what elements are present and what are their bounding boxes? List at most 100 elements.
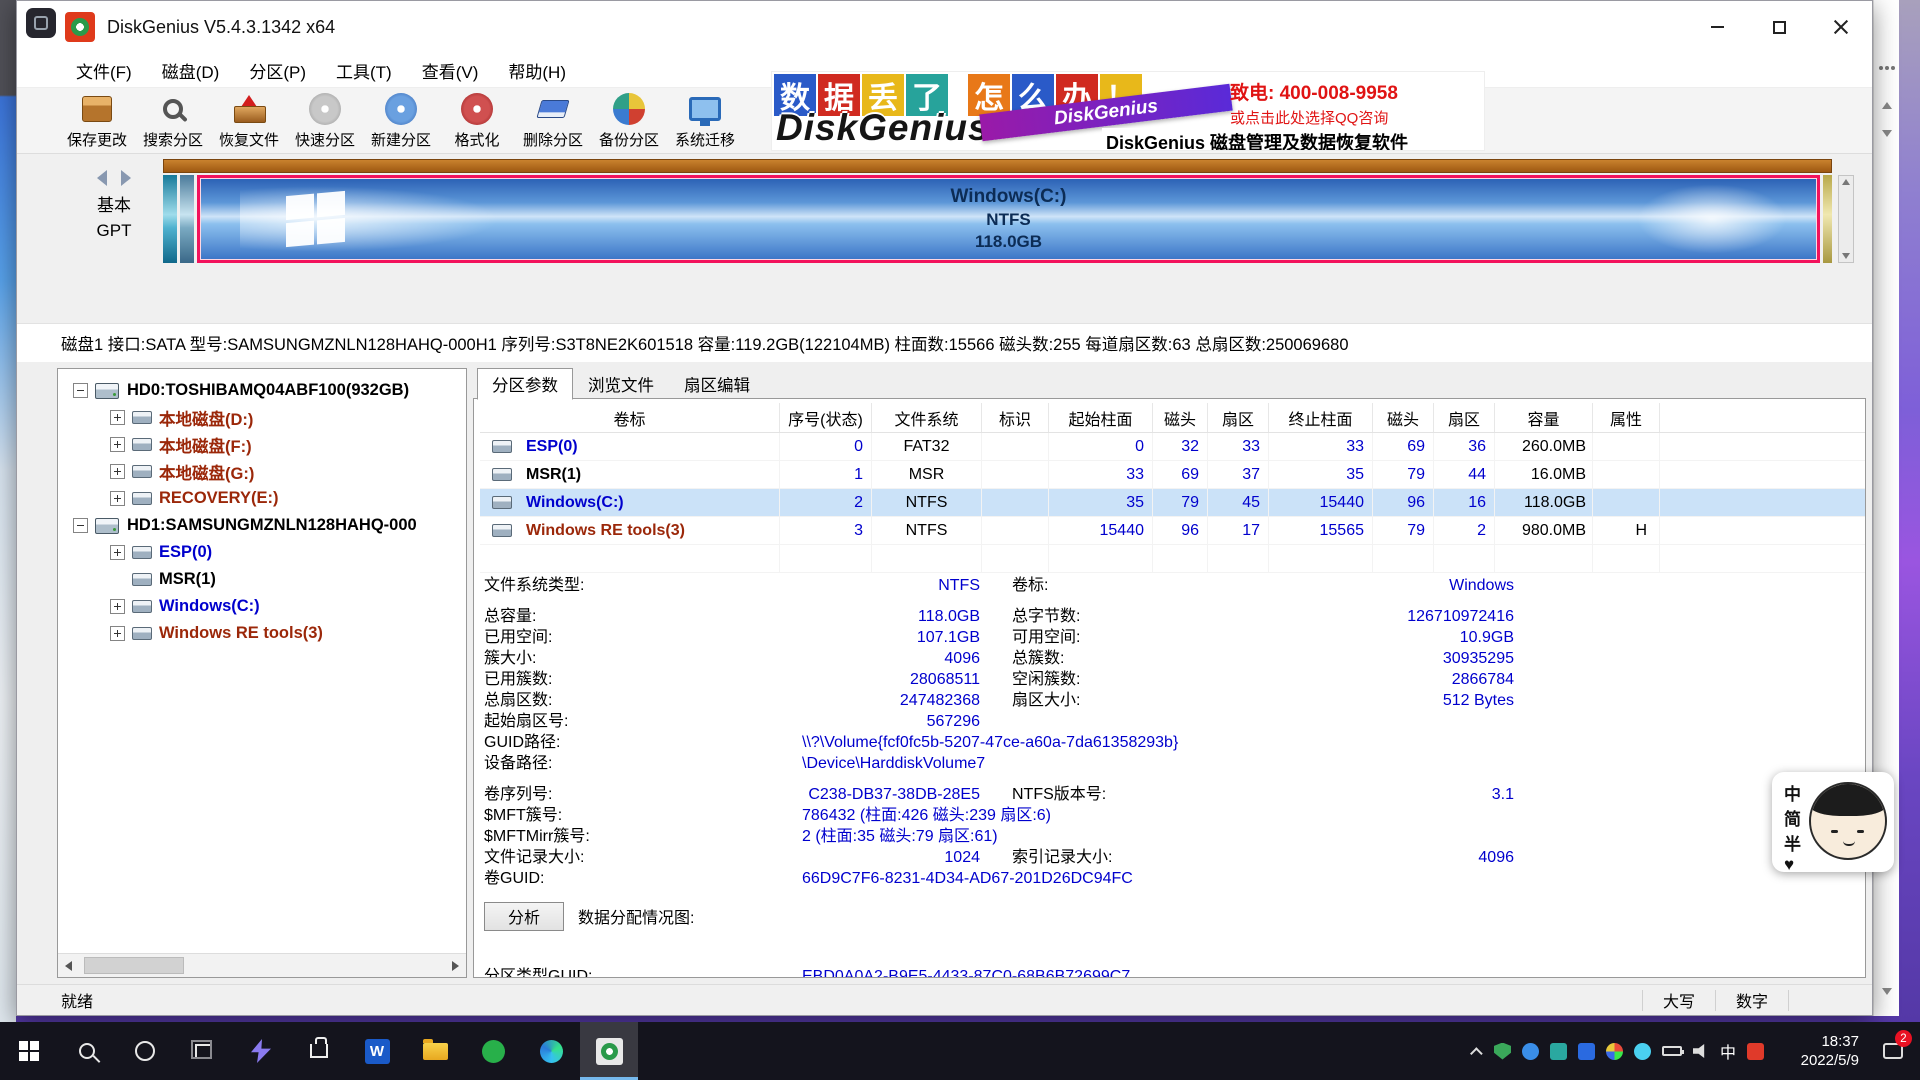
taskbar-app-word[interactable] bbox=[348, 1022, 406, 1080]
tray-shield-icon[interactable] bbox=[1494, 1043, 1511, 1060]
minimize-button[interactable] bbox=[1686, 1, 1748, 53]
cortana-button[interactable] bbox=[116, 1022, 174, 1080]
tray-blue-dot-icon[interactable] bbox=[1522, 1043, 1539, 1060]
ime-mode-simplified[interactable]: 简 bbox=[1784, 805, 1801, 830]
partition-block-esp[interactable] bbox=[163, 175, 177, 263]
menu-tools[interactable]: 工具(T) bbox=[321, 53, 407, 87]
menu-file[interactable]: 文件(F) bbox=[61, 53, 147, 87]
tree-item-msr[interactable]: MSR(1) bbox=[58, 566, 466, 593]
taskbar-app-green[interactable] bbox=[464, 1022, 522, 1080]
table-row-esp[interactable]: ESP(0) 0 FAT32 0 32 33 33 69 36 260.0MB bbox=[480, 433, 1865, 461]
search-button[interactable] bbox=[58, 1022, 116, 1080]
tree-item-local-disk-g[interactable]: 本地磁盘(G:) bbox=[58, 458, 466, 485]
col-volume[interactable]: 卷标 bbox=[480, 403, 780, 432]
tray-expand-icon[interactable] bbox=[1470, 1047, 1483, 1060]
volume-icon[interactable] bbox=[1693, 1044, 1709, 1058]
col-end-cylinder[interactable]: 终止柱面 bbox=[1269, 403, 1373, 432]
search-partition-button[interactable]: 搜索分区 bbox=[135, 89, 211, 153]
col-flag[interactable]: 标识 bbox=[982, 403, 1049, 432]
new-partition-button[interactable]: 新建分区 bbox=[363, 89, 439, 153]
taskbar-app-file-explorer[interactable] bbox=[406, 1022, 464, 1080]
start-button[interactable] bbox=[0, 1022, 58, 1080]
tree-item-hd1[interactable]: HD1:SAMSUNGMZNLN128HAHQ-000 bbox=[58, 512, 466, 539]
scrollbar-thumb[interactable] bbox=[84, 957, 184, 974]
save-changes-button[interactable]: 保存更改 bbox=[59, 89, 135, 153]
tree-horizontal-scrollbar[interactable] bbox=[58, 953, 466, 977]
tray-pinwheel-icon[interactable] bbox=[1606, 1043, 1623, 1060]
taskbar-app-lightning[interactable] bbox=[232, 1022, 290, 1080]
expand-icon[interactable] bbox=[110, 491, 125, 506]
tree-item-windows-re-tools[interactable]: Windows RE tools(3) bbox=[58, 620, 466, 647]
taskbar-clock[interactable]: 18:37 2022/5/9 bbox=[1775, 1032, 1859, 1070]
partition-block-windows-c[interactable]: Windows(C:) NTFS 118.0GB bbox=[197, 175, 1820, 263]
disk-header-strip[interactable] bbox=[163, 159, 1832, 173]
promo-banner[interactable]: 数 据 丢 了 怎 么 办 ！ DiskGenius DiskGenius 致电… bbox=[771, 71, 1485, 151]
tree-item-esp[interactable]: ESP(0) bbox=[58, 539, 466, 566]
prev-disk-icon[interactable] bbox=[97, 170, 107, 186]
expand-icon[interactable] bbox=[110, 626, 125, 641]
col-end-sector[interactable]: 扇区 bbox=[1434, 403, 1495, 432]
tree-item-local-disk-d[interactable]: 本地磁盘(D:) bbox=[58, 404, 466, 431]
tree-item-local-disk-f[interactable]: 本地磁盘(F:) bbox=[58, 431, 466, 458]
more-options-icon[interactable] bbox=[1879, 66, 1883, 70]
scroll-up-icon[interactable] bbox=[1842, 179, 1850, 185]
close-button[interactable] bbox=[1810, 1, 1872, 53]
col-start-head[interactable]: 磁头 bbox=[1153, 403, 1208, 432]
menu-view[interactable]: 查看(V) bbox=[407, 53, 494, 87]
backup-partition-button[interactable]: 备份分区 bbox=[591, 89, 667, 153]
tab-sector-editor[interactable]: 扇区编辑 bbox=[669, 368, 765, 399]
scroll-down-icon[interactable] bbox=[1842, 253, 1850, 259]
ime-language-indicator[interactable]: 中 bbox=[1720, 1039, 1736, 1063]
col-filesystem[interactable]: 文件系统 bbox=[872, 403, 982, 432]
tree-item-hd0[interactable]: HD0:TOSHIBAMQ04ABF100(932GB) bbox=[58, 377, 466, 404]
expand-icon[interactable] bbox=[110, 437, 125, 452]
expand-icon[interactable] bbox=[110, 464, 125, 479]
collapse-icon[interactable] bbox=[73, 383, 88, 398]
table-row-windows-re-tools[interactable]: Windows RE tools(3) 3 NTFS 15440 96 17 1… bbox=[480, 517, 1865, 545]
tray-teal-app-icon[interactable] bbox=[1550, 1043, 1567, 1060]
expand-icon[interactable] bbox=[110, 410, 125, 425]
quick-partition-button[interactable]: 快速分区 bbox=[287, 89, 363, 153]
ime-mode-halfwidth[interactable]: 半 bbox=[1784, 830, 1801, 855]
heart-icon[interactable]: ♥ bbox=[1784, 855, 1801, 875]
scroll-down-icon[interactable] bbox=[1882, 130, 1892, 137]
next-disk-icon[interactable] bbox=[121, 170, 131, 186]
col-seq-status[interactable]: 序号(状态) bbox=[780, 403, 872, 432]
tray-blue-app-icon[interactable] bbox=[1578, 1043, 1595, 1060]
menu-disk[interactable]: 磁盘(D) bbox=[147, 53, 235, 87]
expand-icon[interactable] bbox=[110, 599, 125, 614]
col-capacity[interactable]: 容量 bbox=[1495, 403, 1593, 432]
battery-icon[interactable] bbox=[1662, 1046, 1682, 1056]
tray-snowflake-icon[interactable] bbox=[1634, 1043, 1651, 1060]
system-migration-button[interactable]: 系统迁移 bbox=[667, 89, 743, 153]
col-end-head[interactable]: 磁头 bbox=[1373, 403, 1434, 432]
titlebar[interactable]: DiskGenius V5.4.3.1342 x64 bbox=[17, 1, 1872, 53]
col-start-cylinder[interactable]: 起始柱面 bbox=[1049, 403, 1153, 432]
partition-block-msr[interactable] bbox=[180, 175, 194, 263]
scroll-left-icon[interactable] bbox=[65, 961, 72, 971]
disk-map-scrollbar[interactable] bbox=[1838, 175, 1854, 263]
ime-status-panel[interactable]: 中 简 半 ♥ bbox=[1772, 772, 1894, 872]
maximize-button[interactable] bbox=[1748, 1, 1810, 53]
action-center-button[interactable]: 2 bbox=[1870, 1022, 1916, 1080]
col-attribute[interactable]: 属性 bbox=[1593, 403, 1660, 432]
format-button[interactable]: 格式化 bbox=[439, 89, 515, 153]
taskbar-app-edge[interactable] bbox=[522, 1022, 580, 1080]
col-start-sector[interactable]: 扇区 bbox=[1208, 403, 1269, 432]
banner-qq-link[interactable]: 或点击此处选择QQ咨询 bbox=[1230, 107, 1476, 128]
tab-browse-files[interactable]: 浏览文件 bbox=[573, 368, 669, 399]
tray-red-app-icon[interactable] bbox=[1747, 1043, 1764, 1060]
taskbar-app-diskgenius-active[interactable] bbox=[580, 1022, 638, 1080]
menu-partition[interactable]: 分区(P) bbox=[234, 53, 321, 87]
tree-item-recovery-e[interactable]: RECOVERY(E:) bbox=[58, 485, 466, 512]
scroll-up-icon[interactable] bbox=[1882, 102, 1892, 109]
scroll-right-icon[interactable] bbox=[452, 961, 459, 971]
table-row-windows-c-selected[interactable]: Windows(C:) 2 NTFS 35 79 45 15440 96 16 … bbox=[480, 489, 1865, 517]
recover-files-button[interactable]: 恢复文件 bbox=[211, 89, 287, 153]
table-row-msr[interactable]: MSR(1) 1 MSR 33 69 37 35 79 44 16.0MB bbox=[480, 461, 1865, 489]
taskbar-app-store[interactable] bbox=[290, 1022, 348, 1080]
tab-partition-parameters[interactable]: 分区参数 bbox=[477, 368, 573, 400]
partition-block-re-tools[interactable] bbox=[1823, 175, 1832, 263]
expand-icon[interactable] bbox=[110, 545, 125, 560]
collapse-icon[interactable] bbox=[73, 518, 88, 533]
